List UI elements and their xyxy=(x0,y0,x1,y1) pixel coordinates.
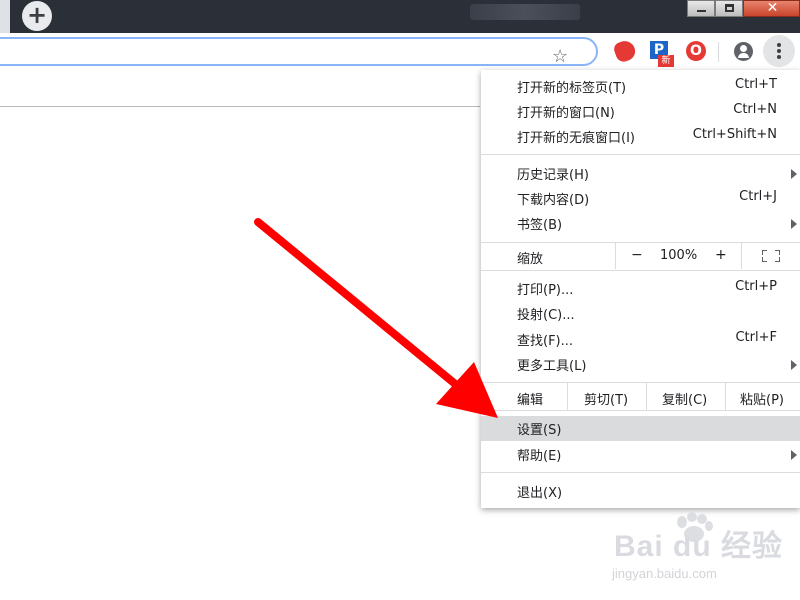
annotation-arrow xyxy=(254,218,498,418)
arrow-shaft xyxy=(254,218,469,396)
baidu-watermark: Bai du 经验 jingyan.baidu.com xyxy=(612,512,792,592)
arrow-head xyxy=(436,362,498,418)
watermark-subtext: jingyan.baidu.com xyxy=(612,566,717,581)
watermark-text: Bai du 经验 xyxy=(614,530,784,563)
